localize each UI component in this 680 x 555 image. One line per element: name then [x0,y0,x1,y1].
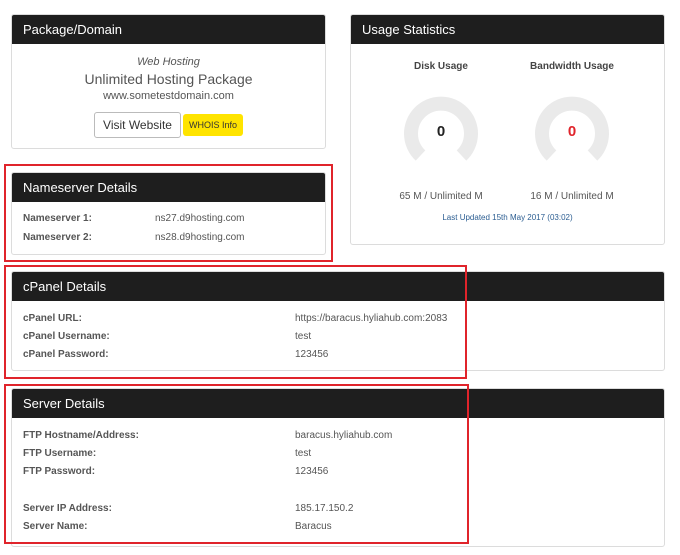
bandwidth-usage-amount: 16 M / Unlimited M [530,191,614,202]
disk-usage-gauge: 0 [401,92,481,172]
disk-usage-title: Disk Usage [414,61,468,72]
whois-info-button[interactable]: WHOIS Info [182,114,243,136]
server-highlight-box [4,384,469,544]
bandwidth-usage-gauge: 0 [532,92,612,172]
bandwidth-usage-value: 0 [567,123,577,140]
package-domain: www.sometestdomain.com [103,90,234,102]
package-buttons: Visit Website WHOIS Info [12,112,325,138]
disk-usage-amount: 65 M / Unlimited M [399,191,483,202]
bandwidth-usage: Bandwidth Usage 0 16 M / Unlimited M [512,61,632,202]
visit-website-button[interactable]: Visit Website [94,112,181,138]
nameserver-highlight-box [4,164,333,262]
package-name: Unlimited Hosting Package [84,71,253,87]
usage-statistics-title: Usage Statistics [351,15,664,44]
package-type: Web Hosting [137,56,200,68]
cpanel-highlight-box [4,265,467,379]
last-updated: Last Updated 15th May 2017 (03:02) [442,213,573,222]
package-domain-title: Package/Domain [12,15,325,44]
usage-statistics-panel: Usage Statistics Disk Usage 0 65 M / Unl… [350,14,665,245]
bandwidth-usage-title: Bandwidth Usage [530,61,614,72]
disk-usage: Disk Usage 0 65 M / Unlimited M [381,61,501,202]
package-domain-panel: Package/Domain Web Hosting Unlimited Hos… [11,14,326,149]
disk-usage-value: 0 [436,123,446,140]
